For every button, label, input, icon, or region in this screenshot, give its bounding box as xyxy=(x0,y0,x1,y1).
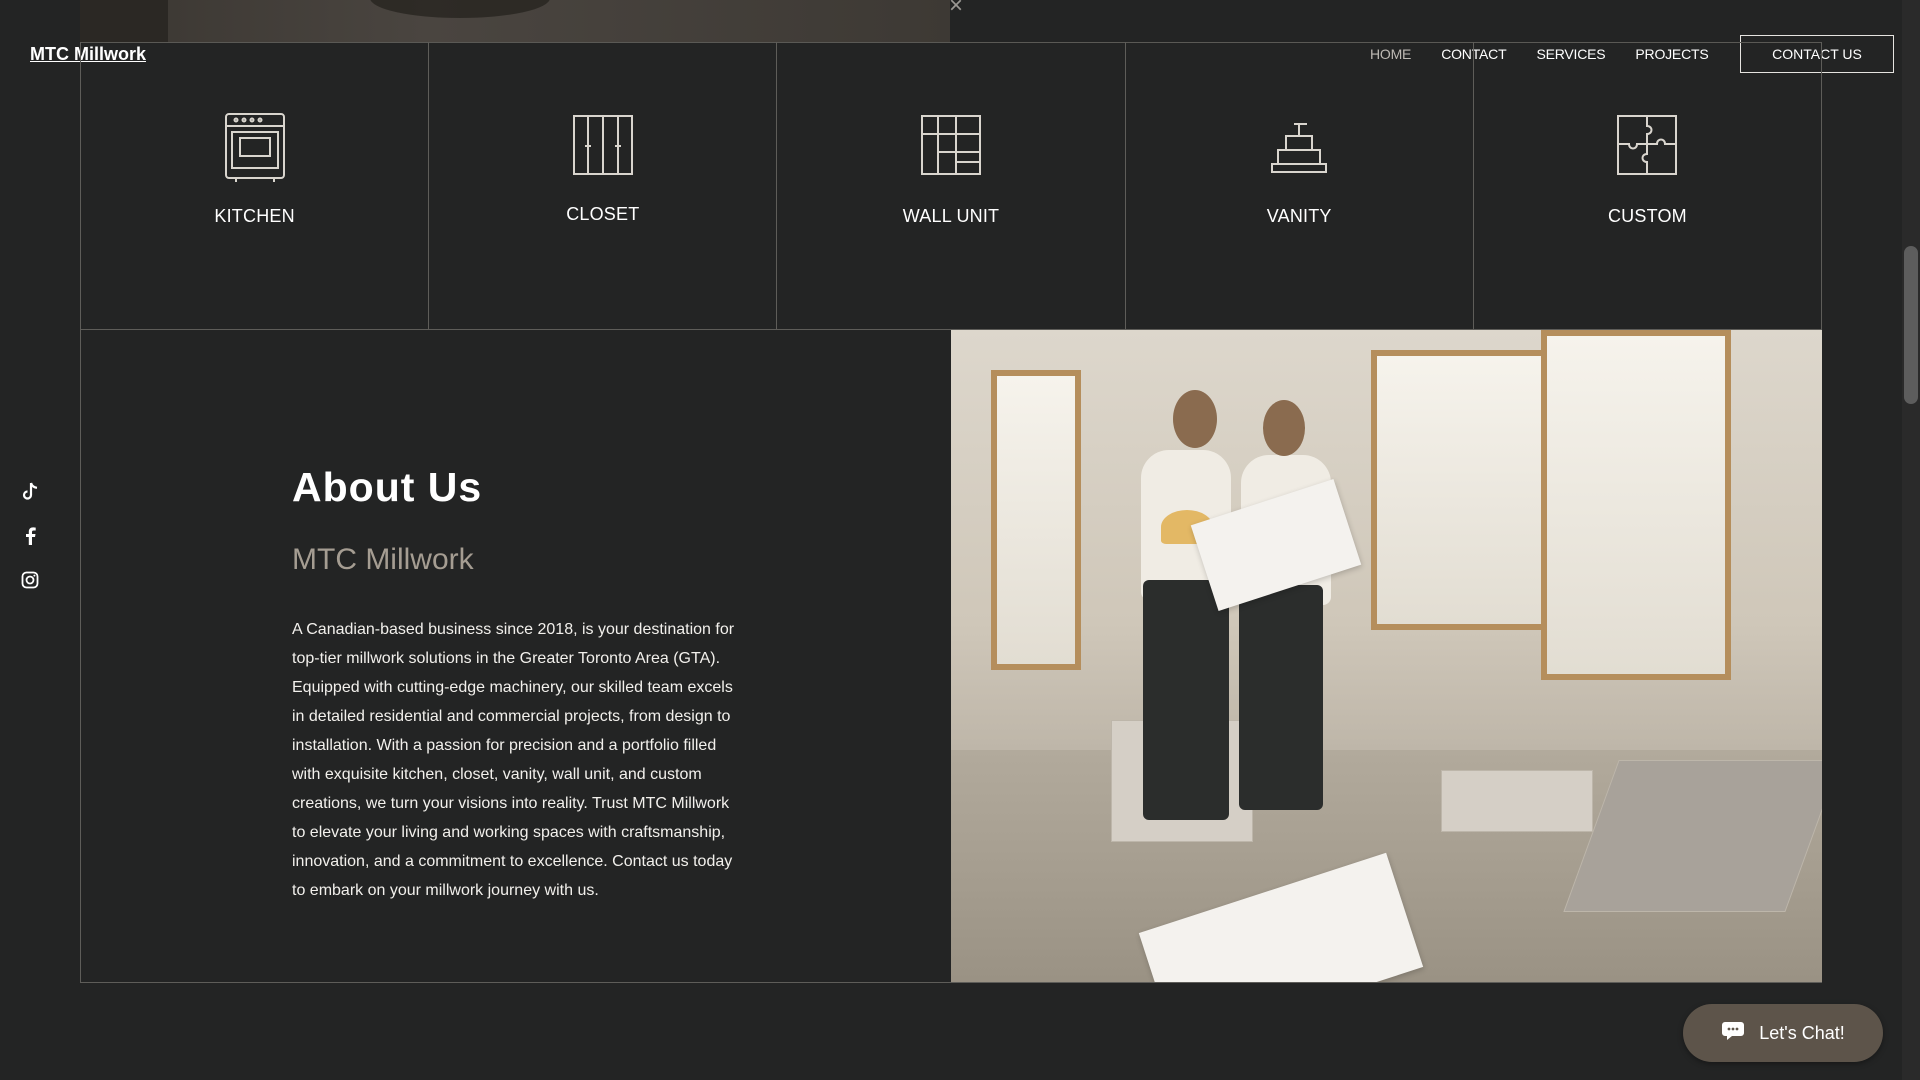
worker-head xyxy=(1173,390,1217,448)
wall-unit-icon xyxy=(916,110,986,182)
scrollbar[interactable] xyxy=(1902,0,1920,1080)
service-label: CUSTOM xyxy=(1607,206,1687,226)
facebook-icon[interactable] xyxy=(18,526,42,546)
puzzle-icon xyxy=(1612,110,1682,182)
service-closet[interactable]: CLOSET xyxy=(429,42,778,329)
about-section: About Us MTC Millwork A Canadian-based b… xyxy=(80,330,1822,983)
service-custom[interactable]: CUSTOM xyxy=(1474,42,1821,329)
about-subtitle: MTC Millwork xyxy=(292,543,474,576)
oven-icon xyxy=(220,110,290,182)
window xyxy=(991,370,1081,670)
instagram-icon[interactable] xyxy=(18,570,42,590)
service-label: CLOSET xyxy=(566,204,640,224)
service-wall-unit[interactable]: WALL UNIT xyxy=(777,42,1126,329)
materials xyxy=(1441,770,1593,832)
worker-head xyxy=(1263,400,1305,456)
window xyxy=(1371,350,1561,630)
tiktok-icon[interactable] xyxy=(18,482,42,502)
vanity-icon xyxy=(1264,110,1334,182)
service-label: KITCHEN xyxy=(214,206,295,226)
window xyxy=(1541,330,1731,680)
service-label: VANITY xyxy=(1266,206,1332,226)
closet-icon xyxy=(568,110,638,182)
chat-label: Let's Chat! xyxy=(1759,1022,1845,1043)
workers-photo xyxy=(951,330,1822,982)
about-body-text: A Canadian-based business since 2018, is… xyxy=(292,621,735,899)
about-text-panel: About Us MTC Millwork A Canadian-based b… xyxy=(81,330,951,982)
services-grid: KITCHEN CLOSET WALL UNIT VANITY CUSTOM xyxy=(80,42,1822,330)
chat-button[interactable]: Let's Chat! xyxy=(1683,1004,1883,1062)
service-vanity[interactable]: VANITY xyxy=(1126,42,1474,329)
chat-bubble-icon xyxy=(1721,1019,1749,1048)
about-title: About Us xyxy=(292,464,483,510)
service-kitchen[interactable]: KITCHEN xyxy=(81,42,430,329)
social-bar xyxy=(18,482,42,590)
scrollbar-thumb[interactable] xyxy=(1904,246,1918,404)
worker-pants xyxy=(1143,580,1229,820)
worker-pants xyxy=(1239,585,1323,810)
service-label: WALL UNIT xyxy=(902,206,1000,226)
